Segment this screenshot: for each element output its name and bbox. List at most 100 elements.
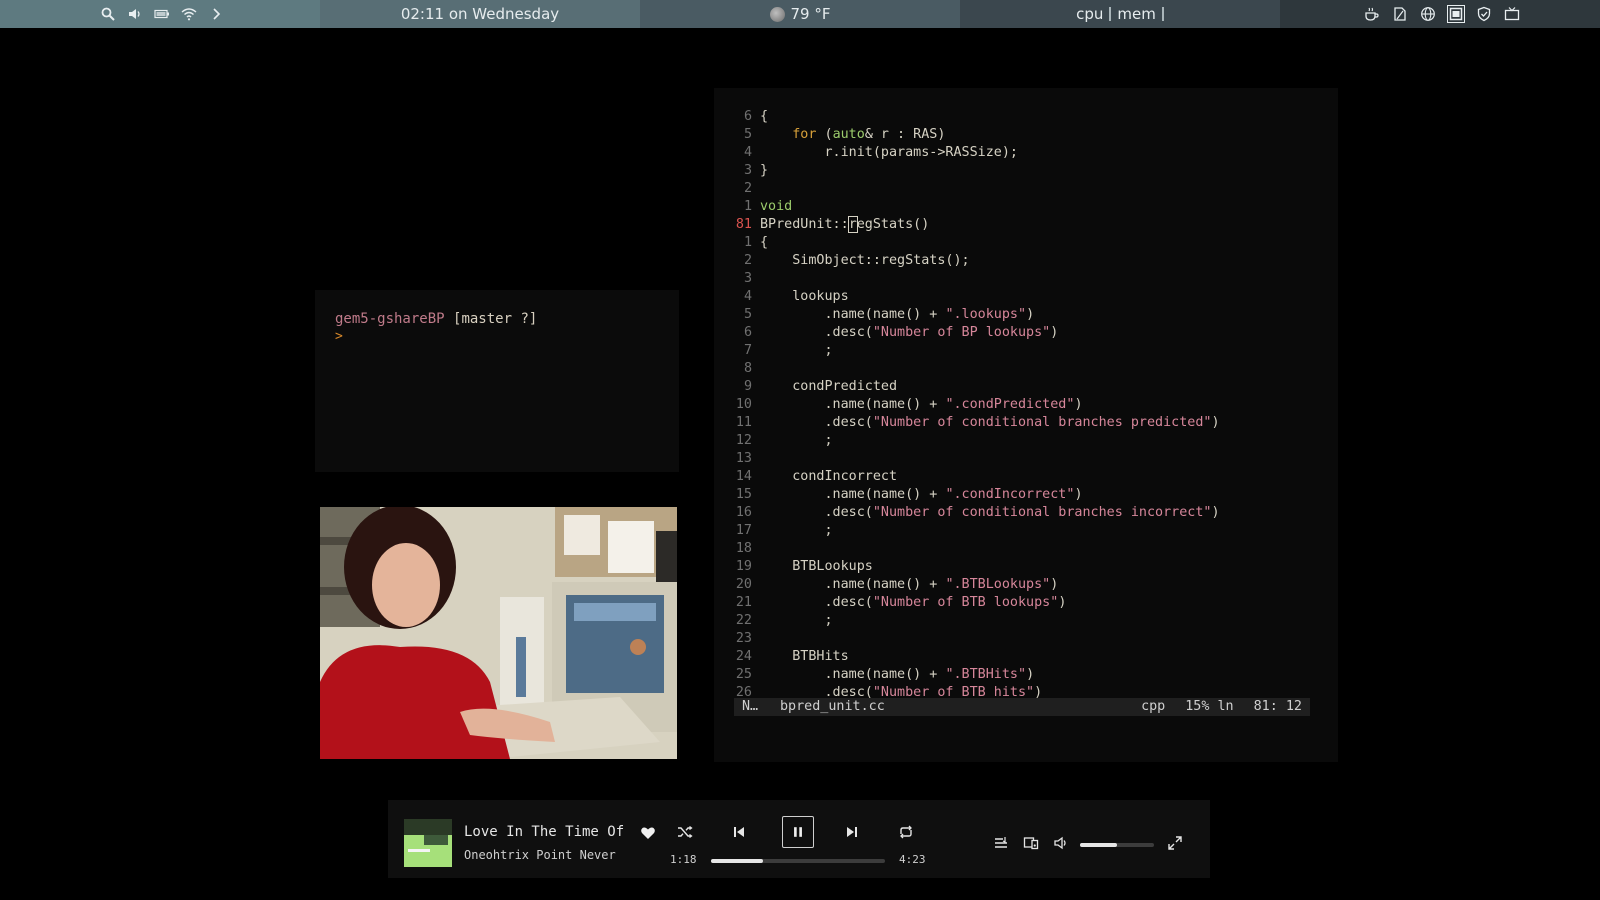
line-text: ; — [760, 433, 833, 448]
wifi-icon[interactable] — [181, 6, 197, 22]
line-number: 22 — [735, 613, 752, 628]
line-number: 13 — [735, 451, 752, 466]
code-line[interactable]: 19 BTBLookups — [732, 558, 1312, 576]
line-text — [760, 270, 1312, 288]
code-line[interactable]: 2 — [732, 180, 1312, 198]
note-icon[interactable] — [1392, 6, 1408, 22]
line-number: 8 — [743, 361, 752, 376]
moon-icon — [769, 6, 785, 22]
code-line[interactable]: 7 ; — [732, 342, 1312, 360]
line-number: 23 — [735, 631, 752, 646]
code-line[interactable]: 1 void — [732, 198, 1312, 216]
cpu-meter — [1109, 7, 1112, 21]
code-line[interactable]: 1{ — [732, 234, 1312, 252]
code-line[interactable]: 21 .desc("Number of BTB lookups") — [732, 594, 1312, 612]
line-number: 81 — [735, 217, 752, 232]
code-line[interactable]: 81 BPredUnit::regStats() — [732, 216, 1312, 234]
line-text — [760, 180, 1312, 198]
code-line[interactable]: 4 r.init(params->RASSize); — [732, 144, 1312, 162]
line-text: .desc("Number of BP lookups") — [760, 325, 1059, 340]
line-text: { — [760, 109, 769, 124]
system-monitor[interactable]: cpu mem — [960, 0, 1280, 28]
code-line[interactable]: 8 — [732, 360, 1312, 378]
code-line[interactable]: 17 ; — [732, 522, 1312, 540]
line-text — [760, 630, 1312, 648]
line-text: SimObject::regStats(); — [760, 253, 970, 268]
code-line[interactable]: 25 .name(name() + ".BTBHits") — [732, 666, 1312, 684]
line-number: 7 — [743, 343, 752, 358]
terminal-window[interactable]: gem5-gshareBP [master ?] > — [315, 290, 679, 472]
code-line[interactable]: 4 lookups — [732, 288, 1312, 306]
album-cover[interactable] — [404, 819, 452, 867]
code-line[interactable]: 14 condIncorrect — [732, 468, 1312, 486]
code-line[interactable]: 11 .desc("Number of conditional branches… — [732, 414, 1312, 432]
battery-icon[interactable] — [154, 6, 170, 22]
heart-icon[interactable] — [640, 825, 656, 841]
pause-button[interactable] — [782, 816, 814, 848]
line-text: condPredicted — [760, 379, 898, 394]
scroll-percent: 15% ln — [1185, 699, 1234, 714]
search-icon[interactable] — [100, 6, 116, 22]
code-line[interactable]: 6 .desc("Number of BP lookups") — [732, 324, 1312, 342]
vim-mode: N… — [742, 699, 759, 714]
code-line[interactable]: 5 .name(name() + ".lookups") — [732, 306, 1312, 324]
code-line[interactable]: 18 — [732, 540, 1312, 558]
code-line[interactable]: 23 — [732, 630, 1312, 648]
code-line[interactable]: 20 .name(name() + ".BTBLookups") — [732, 576, 1312, 594]
code-area[interactable]: 6{5 for (auto& r : RAS) 4 r.init(params->… — [732, 108, 1312, 702]
top-bar: 02:11 on Wednesday 79 °F cpu mem — [0, 0, 1600, 28]
code-line[interactable]: 9 condPredicted — [732, 378, 1312, 396]
volume-icon[interactable] — [127, 6, 143, 22]
system-tray — [1280, 0, 1600, 28]
code-line[interactable]: 15 .name(name() + ".condIncorrect") — [732, 486, 1312, 504]
git-repo-name: gem5-gshareBP — [335, 311, 445, 327]
code-line[interactable]: 3} — [732, 162, 1312, 180]
tv-icon[interactable] — [1504, 6, 1520, 22]
shuffle-icon[interactable] — [676, 823, 694, 841]
volume-icon[interactable] — [1052, 834, 1070, 852]
repeat-icon[interactable] — [897, 823, 915, 841]
track-title[interactable]: Love In The Time Of — [464, 824, 624, 840]
clock-segment[interactable]: 02:11 on Wednesday — [320, 0, 640, 28]
code-line[interactable]: 24 BTBHits — [732, 648, 1312, 666]
clock-text: 02:11 on Wednesday — [400, 5, 560, 23]
line-text: .desc("Number of BTB lookups") — [760, 595, 1067, 610]
shield-icon[interactable] — [1476, 6, 1492, 22]
line-text: .name(name() + ".BTBHits") — [760, 667, 1035, 682]
line-text: .name(name() + ".lookups") — [760, 307, 1035, 322]
line-text: .desc("Number of conditional branches pr… — [760, 415, 1220, 430]
file-type: cpp — [1141, 699, 1166, 714]
fullscreen-icon[interactable] — [1166, 834, 1184, 852]
volume-slider[interactable] — [1080, 843, 1154, 847]
code-line[interactable]: 10 .name(name() + ".condPredicted") — [732, 396, 1312, 414]
line-text — [760, 540, 1312, 558]
code-line[interactable]: 6{ — [732, 108, 1312, 126]
line-text — [760, 450, 1312, 468]
line-text: BTBLookups — [760, 559, 873, 574]
previous-icon[interactable] — [730, 823, 748, 841]
code-line[interactable]: 12 ; — [732, 432, 1312, 450]
queue-icon[interactable] — [992, 834, 1010, 852]
code-line[interactable]: 13 — [732, 450, 1312, 468]
coffee-icon[interactable] — [1364, 6, 1380, 22]
chevron-right-icon[interactable] — [208, 6, 224, 22]
next-icon[interactable] — [843, 823, 861, 841]
code-line[interactable]: 5 for (auto& r : RAS) — [732, 126, 1312, 144]
line-text: ; — [760, 613, 833, 628]
window-icon[interactable] — [1447, 5, 1465, 23]
file-name: bpred_unit.cc — [780, 699, 885, 714]
line-number: 9 — [743, 379, 752, 394]
globe-icon[interactable] — [1420, 6, 1436, 22]
prompt-symbol: > — [335, 329, 343, 344]
code-editor[interactable]: 6{5 for (auto& r : RAS) 4 r.init(params->… — [714, 88, 1338, 762]
code-line[interactable]: 2 SimObject::regStats(); — [732, 252, 1312, 270]
weather-segment[interactable]: 79 °F — [640, 0, 960, 28]
code-line[interactable]: 3 — [732, 270, 1312, 288]
track-artist[interactable]: Oneohtrix Point Never — [464, 848, 616, 862]
progress-bar[interactable] — [711, 859, 885, 863]
code-line[interactable]: 22 ; — [732, 612, 1312, 630]
line-number: 1 — [743, 199, 752, 214]
devices-icon[interactable] — [1022, 834, 1040, 852]
code-line[interactable]: 16 .desc("Number of conditional branches… — [732, 504, 1312, 522]
duration-time: 4:23 — [899, 853, 926, 866]
